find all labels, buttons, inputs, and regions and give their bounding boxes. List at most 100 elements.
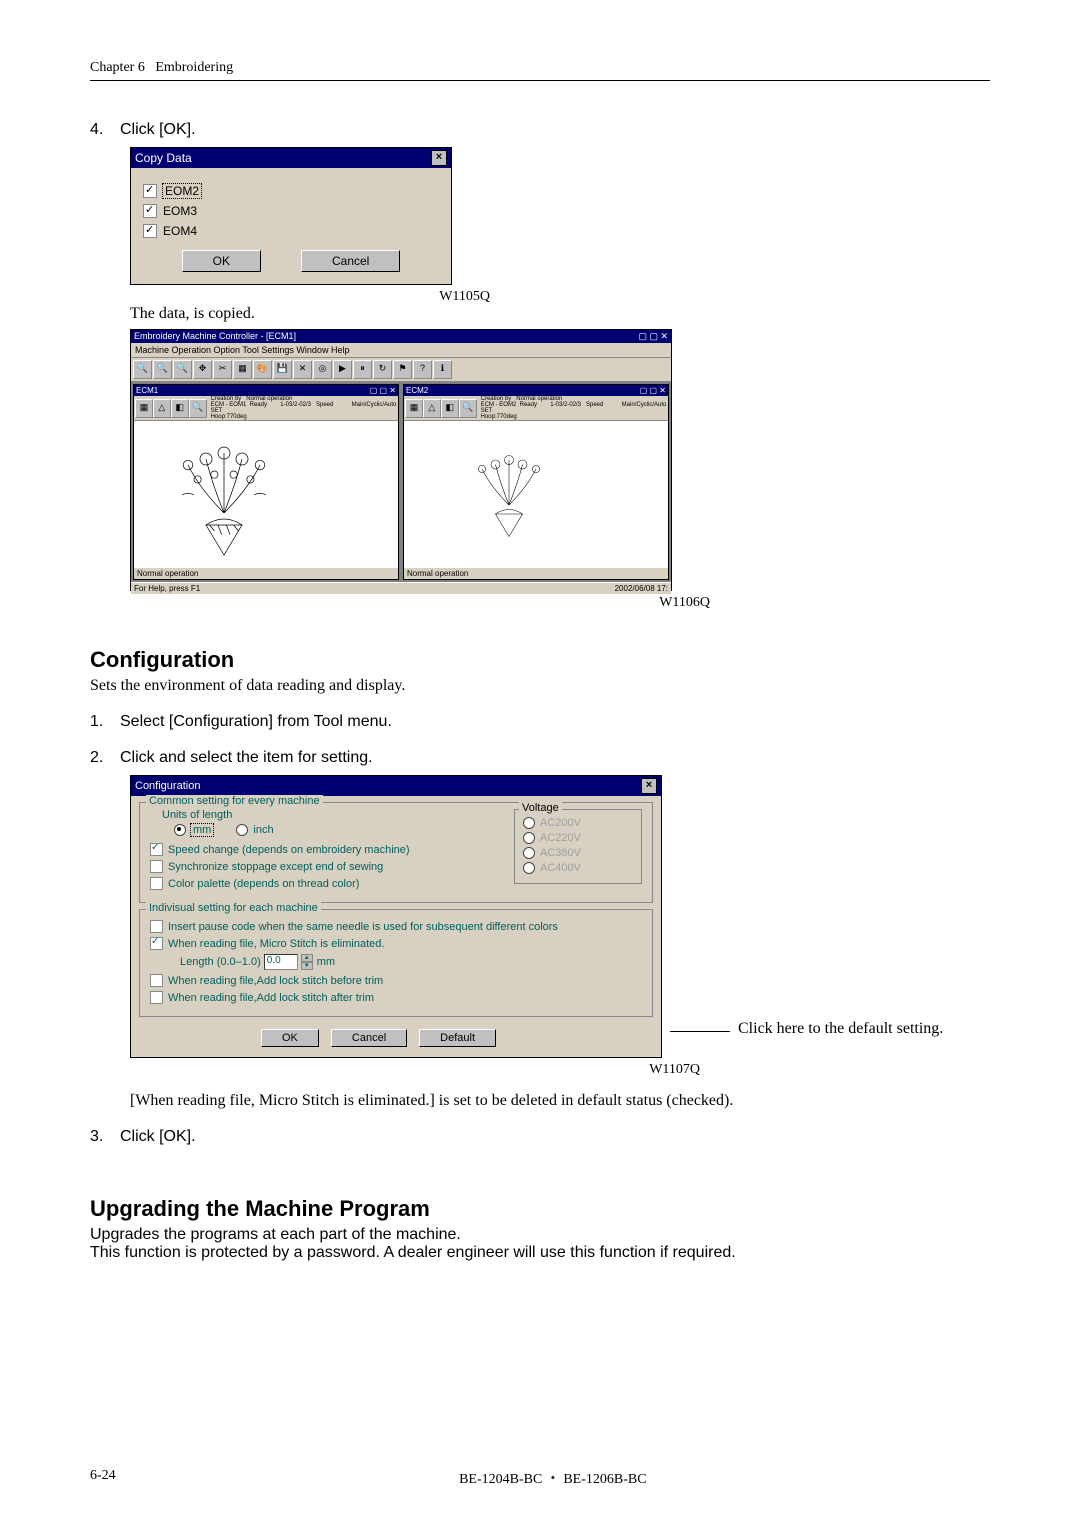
radio-icon[interactable] bbox=[236, 824, 248, 836]
chevron-up-icon: ▲ bbox=[301, 954, 313, 962]
opt-palette[interactable]: Color palette (depends on thread color) bbox=[150, 877, 504, 890]
default-button[interactable]: Default bbox=[419, 1029, 496, 1047]
checkbox-icon[interactable] bbox=[150, 937, 163, 950]
checkbox-row-eom2[interactable]: EOM2 bbox=[143, 184, 439, 198]
child-toolbar[interactable]: ▦ △ ◧ 🔍 Creation by Normal operation ECM… bbox=[404, 396, 668, 421]
tool-icon[interactable]: △ bbox=[153, 399, 171, 418]
spinner[interactable]: ▲▼ bbox=[301, 954, 313, 970]
zoom-fit-icon[interactable]: 🔍 bbox=[173, 360, 192, 379]
tool-icon[interactable]: 🔍 bbox=[189, 399, 207, 418]
tool-icon[interactable]: △ bbox=[423, 399, 441, 418]
close-icon[interactable]: × bbox=[641, 778, 657, 794]
upgrade-heading: Upgrading the Machine Program bbox=[90, 1196, 990, 1222]
checkbox-icon[interactable] bbox=[150, 974, 163, 987]
group-title: Indivisual setting for each machine bbox=[146, 902, 321, 914]
opt-after-trim[interactable]: When reading file,Add lock stitch after … bbox=[150, 991, 642, 1004]
checkbox-row-eom4[interactable]: EOM4 bbox=[143, 224, 439, 238]
play-icon[interactable]: ▶ bbox=[333, 360, 352, 379]
tool-icon[interactable]: 🔍 bbox=[459, 399, 477, 418]
dialog-title: Copy Data bbox=[135, 151, 192, 165]
child-statusbar: Normal operation bbox=[134, 567, 398, 579]
checkbox-row-eom3[interactable]: EOM3 bbox=[143, 204, 439, 218]
opt-pause[interactable]: Insert pause code when the same needle i… bbox=[150, 920, 642, 933]
mdi-window-figure: Embroidery Machine Controller - [ECM1] ▢… bbox=[130, 329, 990, 591]
step-3: 3. Click [OK]. bbox=[90, 1128, 990, 1146]
about-icon[interactable]: ℹ bbox=[433, 360, 452, 379]
delete-icon[interactable]: ✕ bbox=[293, 360, 312, 379]
copy-data-dialog: Copy Data × EOM2 EOM3 EOM4 OK Cancel bbox=[130, 147, 452, 285]
canvas-left[interactable] bbox=[134, 421, 398, 567]
child-toolbar[interactable]: ▦ △ ◧ 🔍 Creation by Normal operation ECM… bbox=[134, 396, 398, 421]
voltage-label: Voltage bbox=[519, 802, 562, 814]
color-icon[interactable]: 🎨 bbox=[253, 360, 272, 379]
ok-button[interactable]: OK bbox=[182, 250, 261, 272]
configuration-heading: Configuration bbox=[90, 647, 990, 673]
mdi-child-left: ECM1▢ ▢ ✕ ▦ △ ◧ 🔍 Creation by Normal ope… bbox=[133, 384, 399, 580]
cut-icon[interactable]: ✂ bbox=[213, 360, 232, 379]
step-text: Click [OK]. bbox=[120, 121, 196, 139]
step-num: 3. bbox=[90, 1128, 120, 1146]
window-controls[interactable]: ▢ ▢ ✕ bbox=[638, 331, 668, 342]
radio-icon[interactable] bbox=[523, 847, 535, 859]
unit-mm[interactable]: mm bbox=[174, 824, 213, 836]
save-icon[interactable]: 💾 bbox=[273, 360, 292, 379]
checkbox-icon[interactable] bbox=[150, 860, 163, 873]
checkbox-label: EOM2 bbox=[163, 184, 201, 198]
radio-icon[interactable] bbox=[523, 817, 535, 829]
step-num: 4. bbox=[90, 121, 120, 139]
grid-icon[interactable]: ▦ bbox=[233, 360, 252, 379]
ok-button[interactable]: OK bbox=[261, 1029, 319, 1047]
flower-design-icon bbox=[164, 441, 284, 561]
tool-icon[interactable]: ▦ bbox=[405, 399, 423, 418]
zoom-in-icon[interactable]: 🔍 bbox=[133, 360, 152, 379]
copy-data-dialog-figure: Copy Data × EOM2 EOM3 EOM4 OK Cancel bbox=[130, 147, 990, 285]
opt-speed[interactable]: Speed change (depends on embroidery mach… bbox=[150, 843, 504, 856]
length-input[interactable]: 0.0 bbox=[264, 954, 298, 970]
child-info: Creation by Normal operation ECM - EOM1 … bbox=[207, 396, 397, 420]
window-titlebar: Embroidery Machine Controller - [ECM1] ▢… bbox=[131, 330, 671, 343]
checkbox-icon[interactable] bbox=[150, 991, 163, 1004]
checkbox-icon[interactable] bbox=[143, 184, 157, 198]
refresh-icon[interactable]: ↻ bbox=[373, 360, 392, 379]
checkbox-icon[interactable] bbox=[150, 843, 163, 856]
radio-icon[interactable] bbox=[174, 824, 186, 836]
window-title: Embroidery Machine Controller - [ECM1] bbox=[134, 331, 296, 342]
menubar[interactable]: Machine Operation Option Tool Settings W… bbox=[131, 343, 671, 358]
checkbox-icon[interactable] bbox=[150, 877, 163, 890]
radio-icon[interactable] bbox=[523, 832, 535, 844]
unit-inch[interactable]: inch bbox=[236, 824, 273, 836]
toolbar[interactable]: 🔍 🔍 🔍 ✥ ✂ ▦ 🎨 💾 ✕ ◎ ▶ ⏸ ↻ ⚑ ? ℹ bbox=[131, 358, 671, 382]
voltage-option[interactable]: AC400V bbox=[523, 862, 633, 874]
zoom-out-icon[interactable]: 🔍 bbox=[153, 360, 172, 379]
checkbox-icon[interactable] bbox=[150, 920, 163, 933]
voltage-option[interactable]: AC380V bbox=[523, 847, 633, 859]
cancel-button[interactable]: Cancel bbox=[301, 250, 400, 272]
checkbox-icon[interactable] bbox=[143, 224, 157, 238]
opt-micro[interactable]: When reading file, Micro Stitch is elimi… bbox=[150, 937, 642, 950]
checkbox-icon[interactable] bbox=[143, 204, 157, 218]
length-unit: mm bbox=[317, 956, 335, 968]
tool-icon[interactable]: ◧ bbox=[441, 399, 459, 418]
move-icon[interactable]: ✥ bbox=[193, 360, 212, 379]
radio-icon[interactable] bbox=[523, 862, 535, 874]
child-titlebar: ECM2▢ ▢ ✕ bbox=[404, 385, 668, 396]
close-icon[interactable]: × bbox=[431, 150, 447, 166]
voltage-option[interactable]: AC220V bbox=[523, 832, 633, 844]
opt-before-trim[interactable]: When reading file,Add lock stitch before… bbox=[150, 974, 642, 987]
help-icon[interactable]: ? bbox=[413, 360, 432, 379]
voltage-option[interactable]: AC200V bbox=[523, 817, 633, 829]
tool-icon[interactable]: ◧ bbox=[171, 399, 189, 418]
child-statusbar: Normal operation bbox=[404, 567, 668, 579]
stop-icon[interactable]: ◎ bbox=[313, 360, 332, 379]
micro-note: [When reading file, Micro Stitch is elim… bbox=[130, 1092, 990, 1110]
opt-sync[interactable]: Synchronize stoppage except end of sewin… bbox=[150, 860, 504, 873]
tool-icon[interactable]: ▦ bbox=[135, 399, 153, 418]
common-settings-group: Common setting for every machine Voltage… bbox=[139, 802, 653, 903]
status-datetime: 2002/06/08 17: bbox=[615, 584, 668, 593]
cancel-button[interactable]: Cancel bbox=[331, 1029, 407, 1047]
flag-icon[interactable]: ⚑ bbox=[393, 360, 412, 379]
model-label: BE-1204B-BC ・ BE-1206B-BC bbox=[459, 1468, 646, 1488]
step-4: 4. Click [OK]. bbox=[90, 121, 990, 139]
pause-icon[interactable]: ⏸ bbox=[353, 360, 372, 379]
canvas-right[interactable] bbox=[404, 421, 668, 567]
